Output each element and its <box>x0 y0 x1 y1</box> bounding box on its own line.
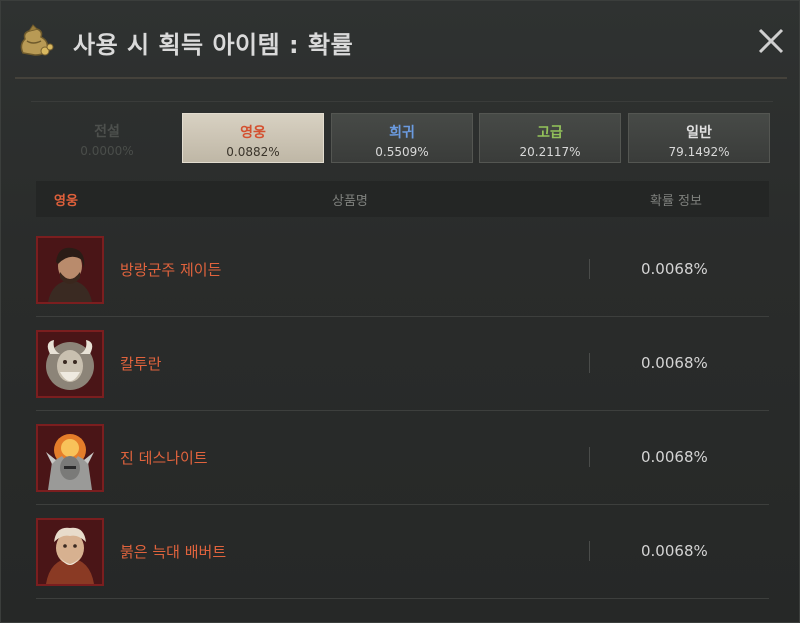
tab-label: 영웅 <box>240 125 266 141</box>
list-item[interactable]: 칼투란 0.0068% <box>36 317 769 411</box>
dialog-title: 사용 시 획득 아이템 : 확률 <box>73 31 354 59</box>
tab-probability: 79.1492% <box>668 145 730 159</box>
item-probability: 0.0068% <box>641 354 708 372</box>
grade-tabs: 전설 0.0000% 영웅 0.0882% 희귀 0.5509% 고급 20.2… <box>36 113 771 165</box>
name-column-header: 상품명 <box>332 194 368 209</box>
jayden-portrait-icon <box>36 236 104 304</box>
column-divider <box>589 353 590 373</box>
tab-normal[interactable]: 일반 79.1492% <box>628 113 770 163</box>
tab-label: 희귀 <box>389 125 415 141</box>
list-item[interactable]: 방랑군주 제이든 0.0068% <box>36 223 769 317</box>
item-probability: 0.0068% <box>641 448 708 466</box>
table-header: 영웅 상품명 확률 정보 <box>36 181 769 217</box>
header-divider <box>15 77 787 79</box>
death-knight-portrait-icon <box>36 424 104 492</box>
tab-label: 고급 <box>537 125 563 141</box>
red-wolf-portrait-icon <box>36 518 104 586</box>
item-name: 붉은 늑대 배버트 <box>120 543 227 561</box>
column-divider <box>589 447 590 467</box>
item-name: 방랑군주 제이든 <box>120 261 222 279</box>
kaltuan-portrait-icon <box>36 330 104 398</box>
probability-column-header: 확률 정보 <box>650 194 702 209</box>
dialog-header: 사용 시 획득 아이템 : 확률 <box>1 1 800 79</box>
close-icon[interactable] <box>753 23 789 59</box>
item-probability: 0.0068% <box>641 542 708 560</box>
list-item[interactable]: 진 데스나이트 0.0068% <box>36 411 769 505</box>
column-divider <box>589 259 590 279</box>
tab-probability: 20.2117% <box>519 145 581 159</box>
tab-hero[interactable]: 영웅 0.0882% <box>182 113 324 163</box>
item-name: 칼투란 <box>120 355 162 373</box>
tab-advanced[interactable]: 고급 20.2117% <box>479 113 621 163</box>
list-item[interactable]: 붉은 늑대 배버트 0.0068% <box>36 505 769 599</box>
tab-probability: 0.5509% <box>375 145 429 159</box>
grade-column-label: 영웅 <box>54 194 78 209</box>
tab-probability: 0.0882% <box>226 145 280 159</box>
tab-legendary: 전설 0.0000% <box>36 113 178 163</box>
close-button[interactable] <box>753 23 789 59</box>
tab-label: 일반 <box>686 125 712 141</box>
probability-dialog: 사용 시 획득 아이템 : 확률 전설 0.0000% 영웅 0.0882% 희… <box>0 0 800 623</box>
tab-label: 전설 <box>94 124 120 140</box>
gold-bag-icon <box>15 23 55 57</box>
tab-rare[interactable]: 희귀 0.5509% <box>331 113 473 163</box>
column-divider <box>589 541 590 561</box>
tab-probability: 0.0000% <box>80 144 134 158</box>
item-probability: 0.0068% <box>641 260 708 278</box>
item-name: 진 데스나이트 <box>120 449 208 467</box>
section-divider <box>31 101 773 102</box>
